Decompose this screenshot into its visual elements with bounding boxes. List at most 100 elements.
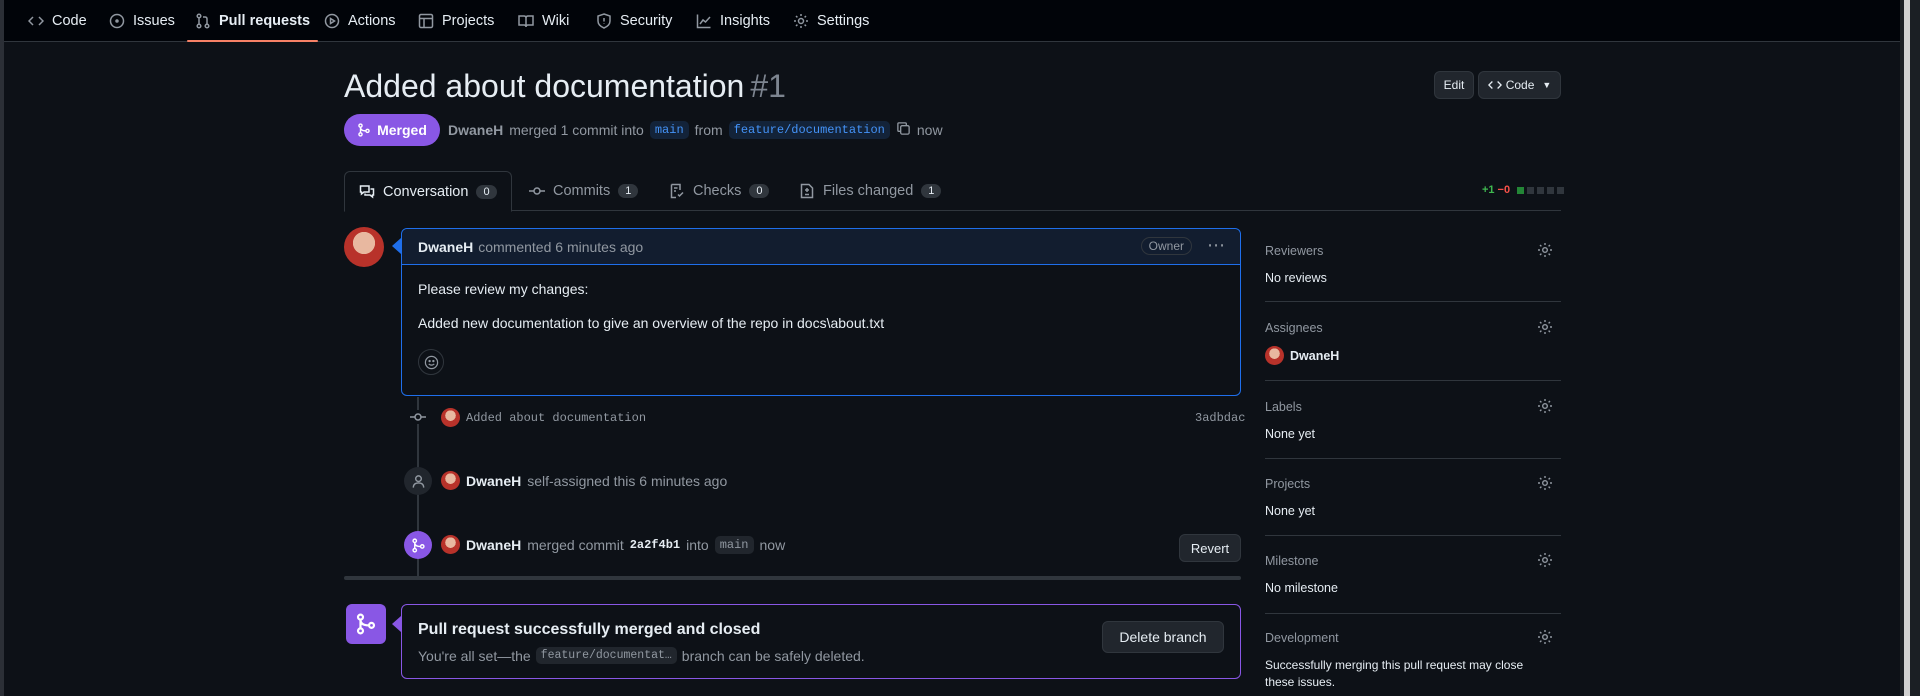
assignee-name[interactable]: DwaneH <box>1290 349 1339 363</box>
nav-actions[interactable]: Actions <box>324 0 396 42</box>
gear-icon[interactable] <box>1537 629 1553 648</box>
sidebar-title[interactable]: Development <box>1265 631 1339 645</box>
kebab-menu-icon[interactable]: ⋯ <box>1207 235 1226 256</box>
pr-title-text: Added about documentation <box>344 68 745 104</box>
merged-status-icon <box>346 604 386 644</box>
nav-issues[interactable]: Issues <box>109 0 175 42</box>
comment-box: DwaneH commented 6 minutes ago Owner ⋯ P… <box>401 228 1241 396</box>
nav-insights[interactable]: Insights <box>696 0 770 42</box>
nav-label: Pull requests <box>219 13 311 29</box>
additions-count: +1 <box>1482 184 1495 196</box>
merged-subtitle: You're all set—the feature/documentat… b… <box>418 647 865 664</box>
gear-icon[interactable] <box>1537 319 1553 338</box>
comment-timestamp[interactable]: commented 6 minutes ago <box>478 239 643 255</box>
avatar <box>1265 346 1284 365</box>
comment-author[interactable]: DwaneH <box>418 239 473 255</box>
avatar[interactable] <box>441 408 460 427</box>
nav-projects[interactable]: Projects <box>418 0 494 42</box>
merged-text: merged 1 commit into <box>509 122 644 138</box>
pr-author-link[interactable]: DwaneH <box>448 122 503 138</box>
delete-branch-button[interactable]: Delete branch <box>1102 621 1224 653</box>
diff-block <box>1547 186 1555 194</box>
gear-icon[interactable] <box>1537 552 1553 571</box>
code-icon <box>28 16 44 26</box>
from-text: from <box>694 122 723 138</box>
merged-branch[interactable]: feature/documentat… <box>535 647 677 664</box>
edit-button[interactable]: Edit <box>1434 71 1474 99</box>
sidebar-title[interactable]: Milestone <box>1265 554 1319 568</box>
sidebar-value: No reviews <box>1265 271 1327 285</box>
code-dropdown-button[interactable]: Code ▼ <box>1478 71 1561 99</box>
merge-text: merged commit <box>527 536 624 553</box>
merge-author[interactable]: DwaneH <box>466 537 521 553</box>
merge-sha-link[interactable]: 2a2f4b1 <box>630 538 680 552</box>
scrollbar-track[interactable] <box>1900 0 1920 696</box>
diff-block <box>1527 186 1535 194</box>
base-branch[interactable]: main <box>649 121 689 139</box>
pr-title: Added about documentation #1 <box>344 68 786 105</box>
tab-label: Commits <box>553 183 611 199</box>
comment-pointer <box>392 238 401 254</box>
issue-icon <box>109 13 125 29</box>
avatar[interactable] <box>441 471 460 490</box>
sidebar-milestone: Milestone No milestone <box>1265 552 1561 614</box>
merge-time: now <box>759 536 786 553</box>
sidebar-title[interactable]: Labels <box>1265 400 1302 414</box>
scrollbar-thumb[interactable] <box>1904 0 1910 696</box>
sidebar-title[interactable]: Assignees <box>1265 321 1323 335</box>
merged-pointer <box>392 616 401 632</box>
comment-line: Please review my changes: <box>418 281 589 297</box>
tab-files-changed[interactable]: Files changed 1 <box>785 171 955 211</box>
timeline-commit: Added about documentation <box>441 408 646 427</box>
avatar[interactable] <box>441 535 460 554</box>
gear-icon[interactable] <box>1537 242 1553 261</box>
tab-conversation[interactable]: Conversation 0 <box>344 171 512 212</box>
tab-checks[interactable]: Checks 0 <box>655 171 783 211</box>
sidebar-value: Successfully merging this pull request m… <box>1265 658 1524 689</box>
nav-code[interactable]: Code <box>28 0 87 42</box>
window-frame-left <box>0 0 4 696</box>
gear-icon[interactable] <box>1537 398 1553 417</box>
merged-title: Pull request successfully merged and clo… <box>418 621 761 638</box>
sidebar-labels: Labels None yet <box>1265 398 1561 459</box>
graph-icon <box>696 14 711 29</box>
nav-label: Settings <box>817 13 870 29</box>
nav-pull-requests[interactable]: Pull requests <box>186 0 319 42</box>
nav-settings[interactable]: Settings <box>793 0 869 42</box>
sidebar-value[interactable]: DwaneH <box>1265 346 1339 365</box>
commit-message-link[interactable]: Added about documentation <box>466 411 646 425</box>
add-reaction-button[interactable] <box>418 349 444 375</box>
merged-sub-prefix: You're all set—the <box>418 647 531 664</box>
sidebar-title[interactable]: Reviewers <box>1265 244 1323 258</box>
state-label: Merged <box>377 122 427 138</box>
nav-wiki[interactable]: Wiki <box>518 0 569 42</box>
head-branch[interactable]: feature/documentation <box>728 121 890 139</box>
merge-branch[interactable]: main <box>714 535 754 554</box>
pr-number: #1 <box>750 68 786 104</box>
sidebar-value: None yet <box>1265 427 1316 441</box>
nav-security[interactable]: Security <box>596 0 672 42</box>
merge-icon <box>356 613 376 635</box>
avatar[interactable] <box>344 227 384 267</box>
commit-sha-link[interactable]: 3adbdac <box>1195 411 1245 425</box>
tab-commits[interactable]: Commits 1 <box>515 171 652 211</box>
nav-label: Code <box>52 13 87 29</box>
pr-meta: DwaneH merged 1 commit into main from fe… <box>448 120 943 140</box>
shield-icon <box>597 13 611 29</box>
gear-icon[interactable] <box>1537 475 1553 494</box>
revert-button[interactable]: Revert <box>1179 534 1241 562</box>
timeline-divider <box>344 576 1241 580</box>
code-icon <box>1487 81 1502 89</box>
tab-label: Files changed <box>823 183 914 199</box>
sidebar-development: Development Successfully merging this pu… <box>1265 629 1561 696</box>
assign-author[interactable]: DwaneH <box>466 473 521 489</box>
tab-counter: 1 <box>618 184 639 198</box>
sidebar-title[interactable]: Projects <box>1265 477 1310 491</box>
copy-icon[interactable] <box>896 121 911 139</box>
diffstat: +1 −0 <box>1482 184 1565 196</box>
merged-sub-suffix: branch can be safely deleted. <box>681 647 865 664</box>
merge-badge <box>404 531 432 559</box>
commit-icon <box>529 187 545 195</box>
sidebar-value: No milestone <box>1265 581 1338 595</box>
tab-label: Conversation <box>383 183 469 200</box>
